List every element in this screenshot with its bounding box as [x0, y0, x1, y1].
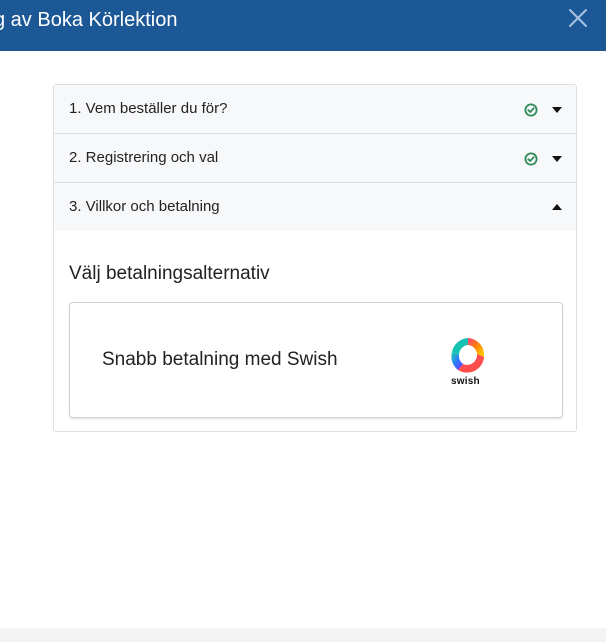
accordion-item-label: 1. Vem beställer du för?: [69, 100, 228, 117]
check-circle-icon: [524, 152, 538, 166]
swish-logo-text: swish: [451, 376, 480, 387]
caret-down-icon: [552, 107, 562, 113]
accordion-item-label: 2. Registrering och val: [69, 149, 219, 166]
caret-up-icon: [552, 204, 562, 210]
modal-header: g av Boka Körlektion: [0, 0, 606, 51]
caret-down-icon: [552, 156, 562, 162]
payment-options-heading: Välj betalningsalternativ: [69, 263, 270, 284]
modal-title: g av Boka Körlektion: [0, 9, 178, 31]
accordion-item-label: 3. Villkor och betalning: [69, 198, 220, 215]
accordion-item-3[interactable]: 3. Villkor och betalning: [54, 183, 576, 231]
accordion-item-1[interactable]: 1. Vem beställer du för?: [54, 85, 576, 134]
close-icon: [569, 9, 587, 27]
check-circle-icon: [524, 103, 538, 117]
bottom-strip: [0, 628, 606, 642]
swish-logo-icon: [451, 338, 485, 373]
payment-option-label: Snabb betalning med Swish: [102, 349, 338, 370]
close-button[interactable]: [564, 6, 592, 34]
booking-accordion: 1. Vem beställer du för? 2. Registrering…: [53, 84, 577, 432]
accordion-item-2[interactable]: 2. Registrering och val: [54, 134, 576, 183]
swish-payment-option[interactable]: Snabb betalning med Swish swish: [69, 302, 563, 418]
